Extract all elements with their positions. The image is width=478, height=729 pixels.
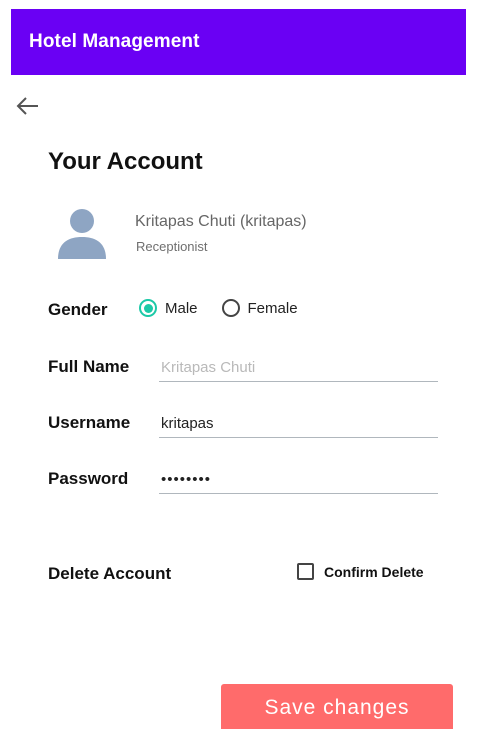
- gender-option-female[interactable]: Female: [221, 299, 298, 317]
- password-label: Password: [48, 469, 129, 488]
- app-bar: Hotel Management: [11, 9, 466, 75]
- app-title: Hotel Management: [29, 31, 200, 52]
- gender-label: Gender: [48, 300, 108, 319]
- radio-unchecked-icon[interactable]: [221, 299, 240, 317]
- full-name-input[interactable]: [159, 354, 438, 382]
- save-changes-button[interactable]: Save changes: [221, 684, 453, 729]
- gender-option-label: Male: [165, 299, 198, 317]
- account-screen: Hotel Management Your Account Kritapas C…: [0, 0, 478, 729]
- confirm-delete-checkbox[interactable]: Confirm Delete: [297, 563, 424, 580]
- delete-account-label: Delete Account: [48, 564, 172, 583]
- gender-radio-group: Male Female: [139, 299, 322, 317]
- page-title: Your Account: [48, 148, 203, 175]
- password-input[interactable]: [159, 466, 438, 494]
- checkbox-unchecked-icon[interactable]: [297, 563, 314, 580]
- confirm-delete-label: Confirm Delete: [324, 563, 424, 580]
- gender-option-male[interactable]: Male: [139, 299, 198, 317]
- arrow-left-icon[interactable]: [15, 94, 41, 118]
- gender-option-label: Female: [247, 299, 298, 317]
- user-display-name: Kritapas Chuti (kritapas): [135, 213, 307, 230]
- person-icon: [58, 209, 106, 259]
- full-name-label: Full Name: [48, 357, 130, 376]
- radio-checked-icon[interactable]: [139, 299, 157, 317]
- user-role: Receptionist: [136, 239, 208, 254]
- username-label: Username: [48, 413, 131, 432]
- username-input[interactable]: [159, 410, 438, 438]
